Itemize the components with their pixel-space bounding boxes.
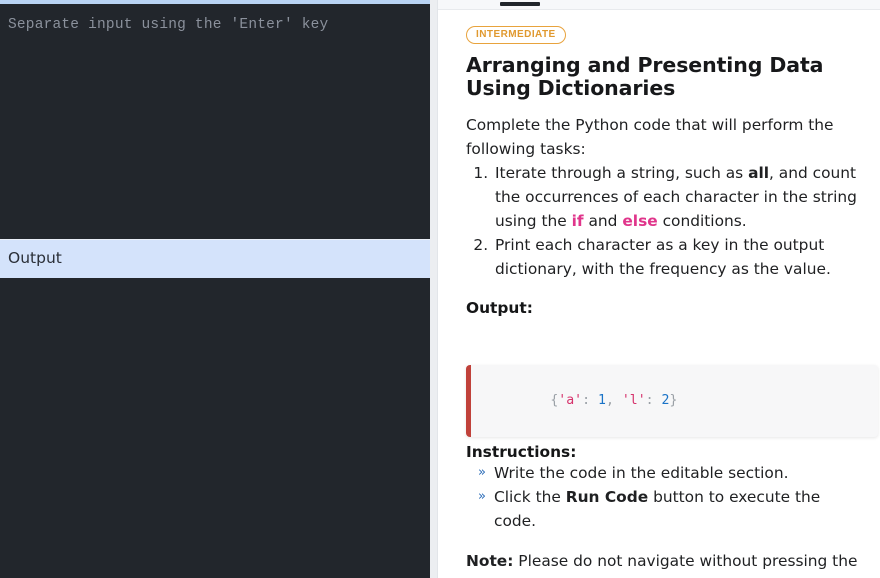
lesson-intro-text: Complete the Python code that will perfo… [466, 116, 834, 158]
text-run: Click the [494, 488, 566, 506]
instruction-list-item: » Click the Run Code button to execute th… [466, 485, 866, 533]
code-token-str: 'a' [558, 393, 583, 408]
task-list-item: Iterate through a string, such as all, a… [493, 161, 866, 233]
code-token-punct: : [582, 393, 598, 408]
code-token-num: 2 [661, 393, 670, 408]
python-keyword: else [622, 212, 658, 230]
coding-exercise-screen: Separate input using the 'Enter' key Out… [0, 0, 880, 578]
output-header-label: Output [8, 249, 62, 268]
task-list: Iterate through a string, such as all, a… [466, 161, 866, 281]
instructions-list: » Write the code in the editable section.… [466, 461, 866, 533]
expected-output-code-block: {'a': 1, 'l': 2} [466, 365, 878, 437]
instructions-body: INTERMEDIATE Arranging and Presenting Da… [438, 10, 880, 578]
code-token-str: 'l' [621, 393, 646, 408]
editor-pane: Separate input using the 'Enter' key Out… [0, 0, 430, 578]
instructions-section-label: Instructions: [466, 443, 577, 461]
instructions-tabstrip [438, 0, 880, 10]
text-run: Iterate through a string, such as [495, 164, 749, 182]
python-keyword: if [571, 212, 584, 230]
output-section-label: Output: [466, 299, 533, 317]
double-chevron-icon: » [478, 465, 486, 480]
emphasis-text: Note: [466, 552, 514, 570]
emphasis-text: all [748, 164, 770, 182]
double-chevron-icon: » [478, 489, 486, 504]
code-token-num: 1 [597, 393, 606, 408]
emphasis-text: Run Code [565, 488, 649, 506]
instructions-pane: INTERMEDIATE Arranging and Presenting Da… [438, 0, 880, 578]
output-header-bar[interactable]: Output [0, 239, 430, 278]
code-token-punct: , [605, 393, 622, 408]
text-run: Write the code in the editable section. [494, 464, 789, 482]
stdin-placeholder-text: Separate input using the 'Enter' key [8, 17, 329, 33]
instruction-list-item: » Write the code in the editable section. [466, 461, 866, 485]
code-token-punct: } [669, 393, 678, 408]
difficulty-badge: INTERMEDIATE [466, 26, 566, 44]
code-token-punct: : [645, 393, 662, 408]
output-console[interactable] [0, 278, 430, 578]
text-run: conditions. [657, 212, 747, 230]
text-run: Please do not navigate without pressing … [513, 552, 858, 570]
task-list-item: Print each character as a key in the out… [493, 233, 866, 281]
stdin-console[interactable]: Separate input using the 'Enter' key [0, 4, 430, 239]
text-run: Print each character as a key in the out… [495, 236, 831, 278]
expected-output-code: {'a': 1, 'l': 2} [550, 393, 677, 408]
pane-splitter[interactable] [430, 0, 438, 578]
text-run: and [583, 212, 623, 230]
lesson-title: Arranging and Presenting Data Using Dict… [466, 53, 824, 100]
active-tab-indicator[interactable] [500, 2, 540, 6]
note-text: Note: Please do not navigate without pre… [466, 549, 866, 578]
